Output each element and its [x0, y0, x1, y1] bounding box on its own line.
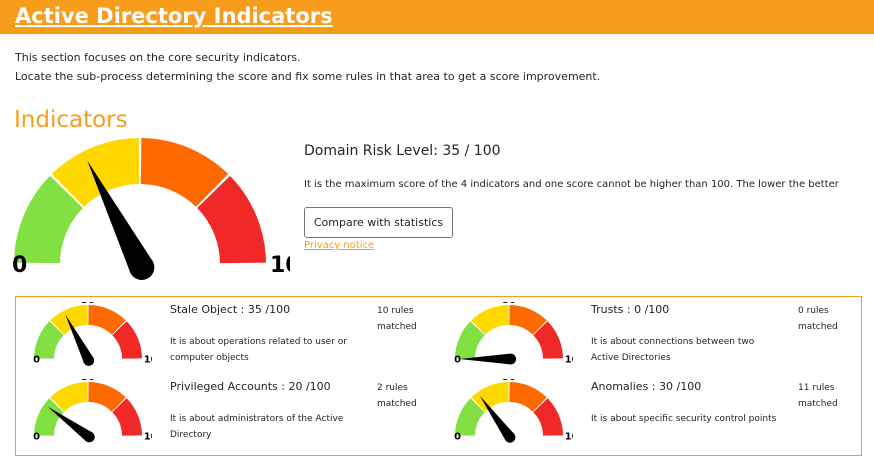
rules-matched: 2 rules matched — [377, 380, 427, 412]
gauge-min-label: 0 — [12, 253, 27, 278]
description-line: Directory — [170, 430, 212, 440]
intro-line-1: This section focuses on the core securit… — [15, 51, 301, 64]
gauge-needle-hub — [129, 254, 155, 280]
stale-object-gauge: 0 50 100 — [33, 302, 152, 366]
rules-label: matched — [377, 322, 417, 332]
gauge-mid-label: 50 — [125, 136, 156, 140]
category-stale-object: 0 50 100 Stale Object : 35 /100 It is abou… — [16, 297, 436, 372]
gauge-max-label: 100 — [270, 253, 290, 278]
category-title: Stale Object : 35 /100 — [170, 303, 291, 316]
description-line: computer objects — [170, 353, 249, 363]
gauge-max-label: 100 — [565, 355, 573, 366]
gauge-max-label: 100 — [144, 355, 152, 366]
privileged-accounts-gauge: 0 50 100 — [33, 379, 152, 443]
intro-line-2: Locate the sub-process determining the s… — [15, 70, 601, 83]
description-line: It is about specific security control po… — [591, 414, 777, 424]
gauge-needle-hub — [83, 431, 95, 443]
gauge-needle-hub — [83, 355, 95, 366]
gauge-max-label: 100 — [144, 432, 152, 443]
category-description: It is about connections between two Acti… — [591, 334, 786, 366]
anomalies-gauge: 0 50 100 — [454, 379, 573, 443]
risk-description: It is the maximum score of the 4 indicat… — [304, 179, 839, 190]
category-description: It is about administrators of the Active… — [170, 411, 365, 443]
rules-count: 2 rules — [377, 383, 408, 393]
rules-matched: 0 rules matched — [798, 303, 848, 335]
rules-count: 0 rules — [798, 306, 829, 316]
gauge-mid-label: 50 — [81, 302, 95, 306]
gauge-min-label: 0 — [33, 432, 40, 443]
category-anomalies: 0 50 100 Anomalies : 30 /100 It is about s… — [437, 374, 857, 449]
gauge-mid-label: 50 — [81, 379, 95, 383]
description-line: It is about operations related to user o… — [170, 337, 347, 347]
rules-label: matched — [798, 399, 838, 409]
domain-risk-gauge: 0 50 100 — [12, 136, 290, 280]
description-line: Active Directories — [591, 353, 671, 363]
category-title: Privileged Accounts : 20 /100 — [170, 380, 331, 393]
rules-label: matched — [798, 322, 838, 332]
rules-label: matched — [377, 399, 417, 409]
rules-matched: 11 rules matched — [798, 380, 848, 412]
rules-count: 10 rules — [377, 306, 414, 316]
gauge-min-label: 0 — [454, 432, 461, 443]
category-privileged-accounts: 0 50 100 Privileged Accounts : 20 /100 It … — [16, 374, 436, 449]
domain-risk-level: Domain Risk Level: 35 / 100 — [304, 143, 501, 159]
trusts-gauge: 0 50 100 — [454, 302, 573, 366]
category-title: Anomalies : 30 /100 — [591, 380, 702, 393]
gauge-min-label: 0 — [33, 355, 40, 366]
gauge-min-label: 0 — [454, 355, 461, 366]
description-line: It is about administrators of the Active — [170, 414, 344, 424]
rules-matched: 10 rules matched — [377, 303, 427, 335]
category-trusts: 0 50 100 Trusts : 0 /100 It is about conne… — [437, 297, 857, 372]
gauge-needle-hub — [505, 353, 517, 365]
indicators-heading: Indicators — [14, 107, 128, 133]
header-banner: Active Directory Indicators — [0, 0, 874, 34]
category-description: It is about specific security control po… — [591, 411, 786, 427]
compare-with-statistics-button[interactable]: Compare with statistics — [304, 207, 453, 238]
privacy-notice-link[interactable]: Privacy notice — [304, 240, 374, 251]
intro-text: This section focuses on the core securit… — [15, 48, 600, 86]
gauge-needle-hub — [504, 431, 516, 443]
gauge-max-label: 100 — [565, 432, 573, 443]
gauge-mid-label: 50 — [502, 379, 516, 383]
indicator-categories-panel: 0 50 100 Stale Object : 35 /100 It is abou… — [15, 296, 862, 456]
description-line: It is about connections between two — [591, 337, 755, 347]
category-title: Trusts : 0 /100 — [591, 303, 670, 316]
page-title[interactable]: Active Directory Indicators — [15, 2, 333, 30]
category-description: It is about operations related to user o… — [170, 334, 365, 366]
gauge-mid-label: 50 — [502, 302, 516, 306]
rules-count: 11 rules — [798, 383, 835, 393]
